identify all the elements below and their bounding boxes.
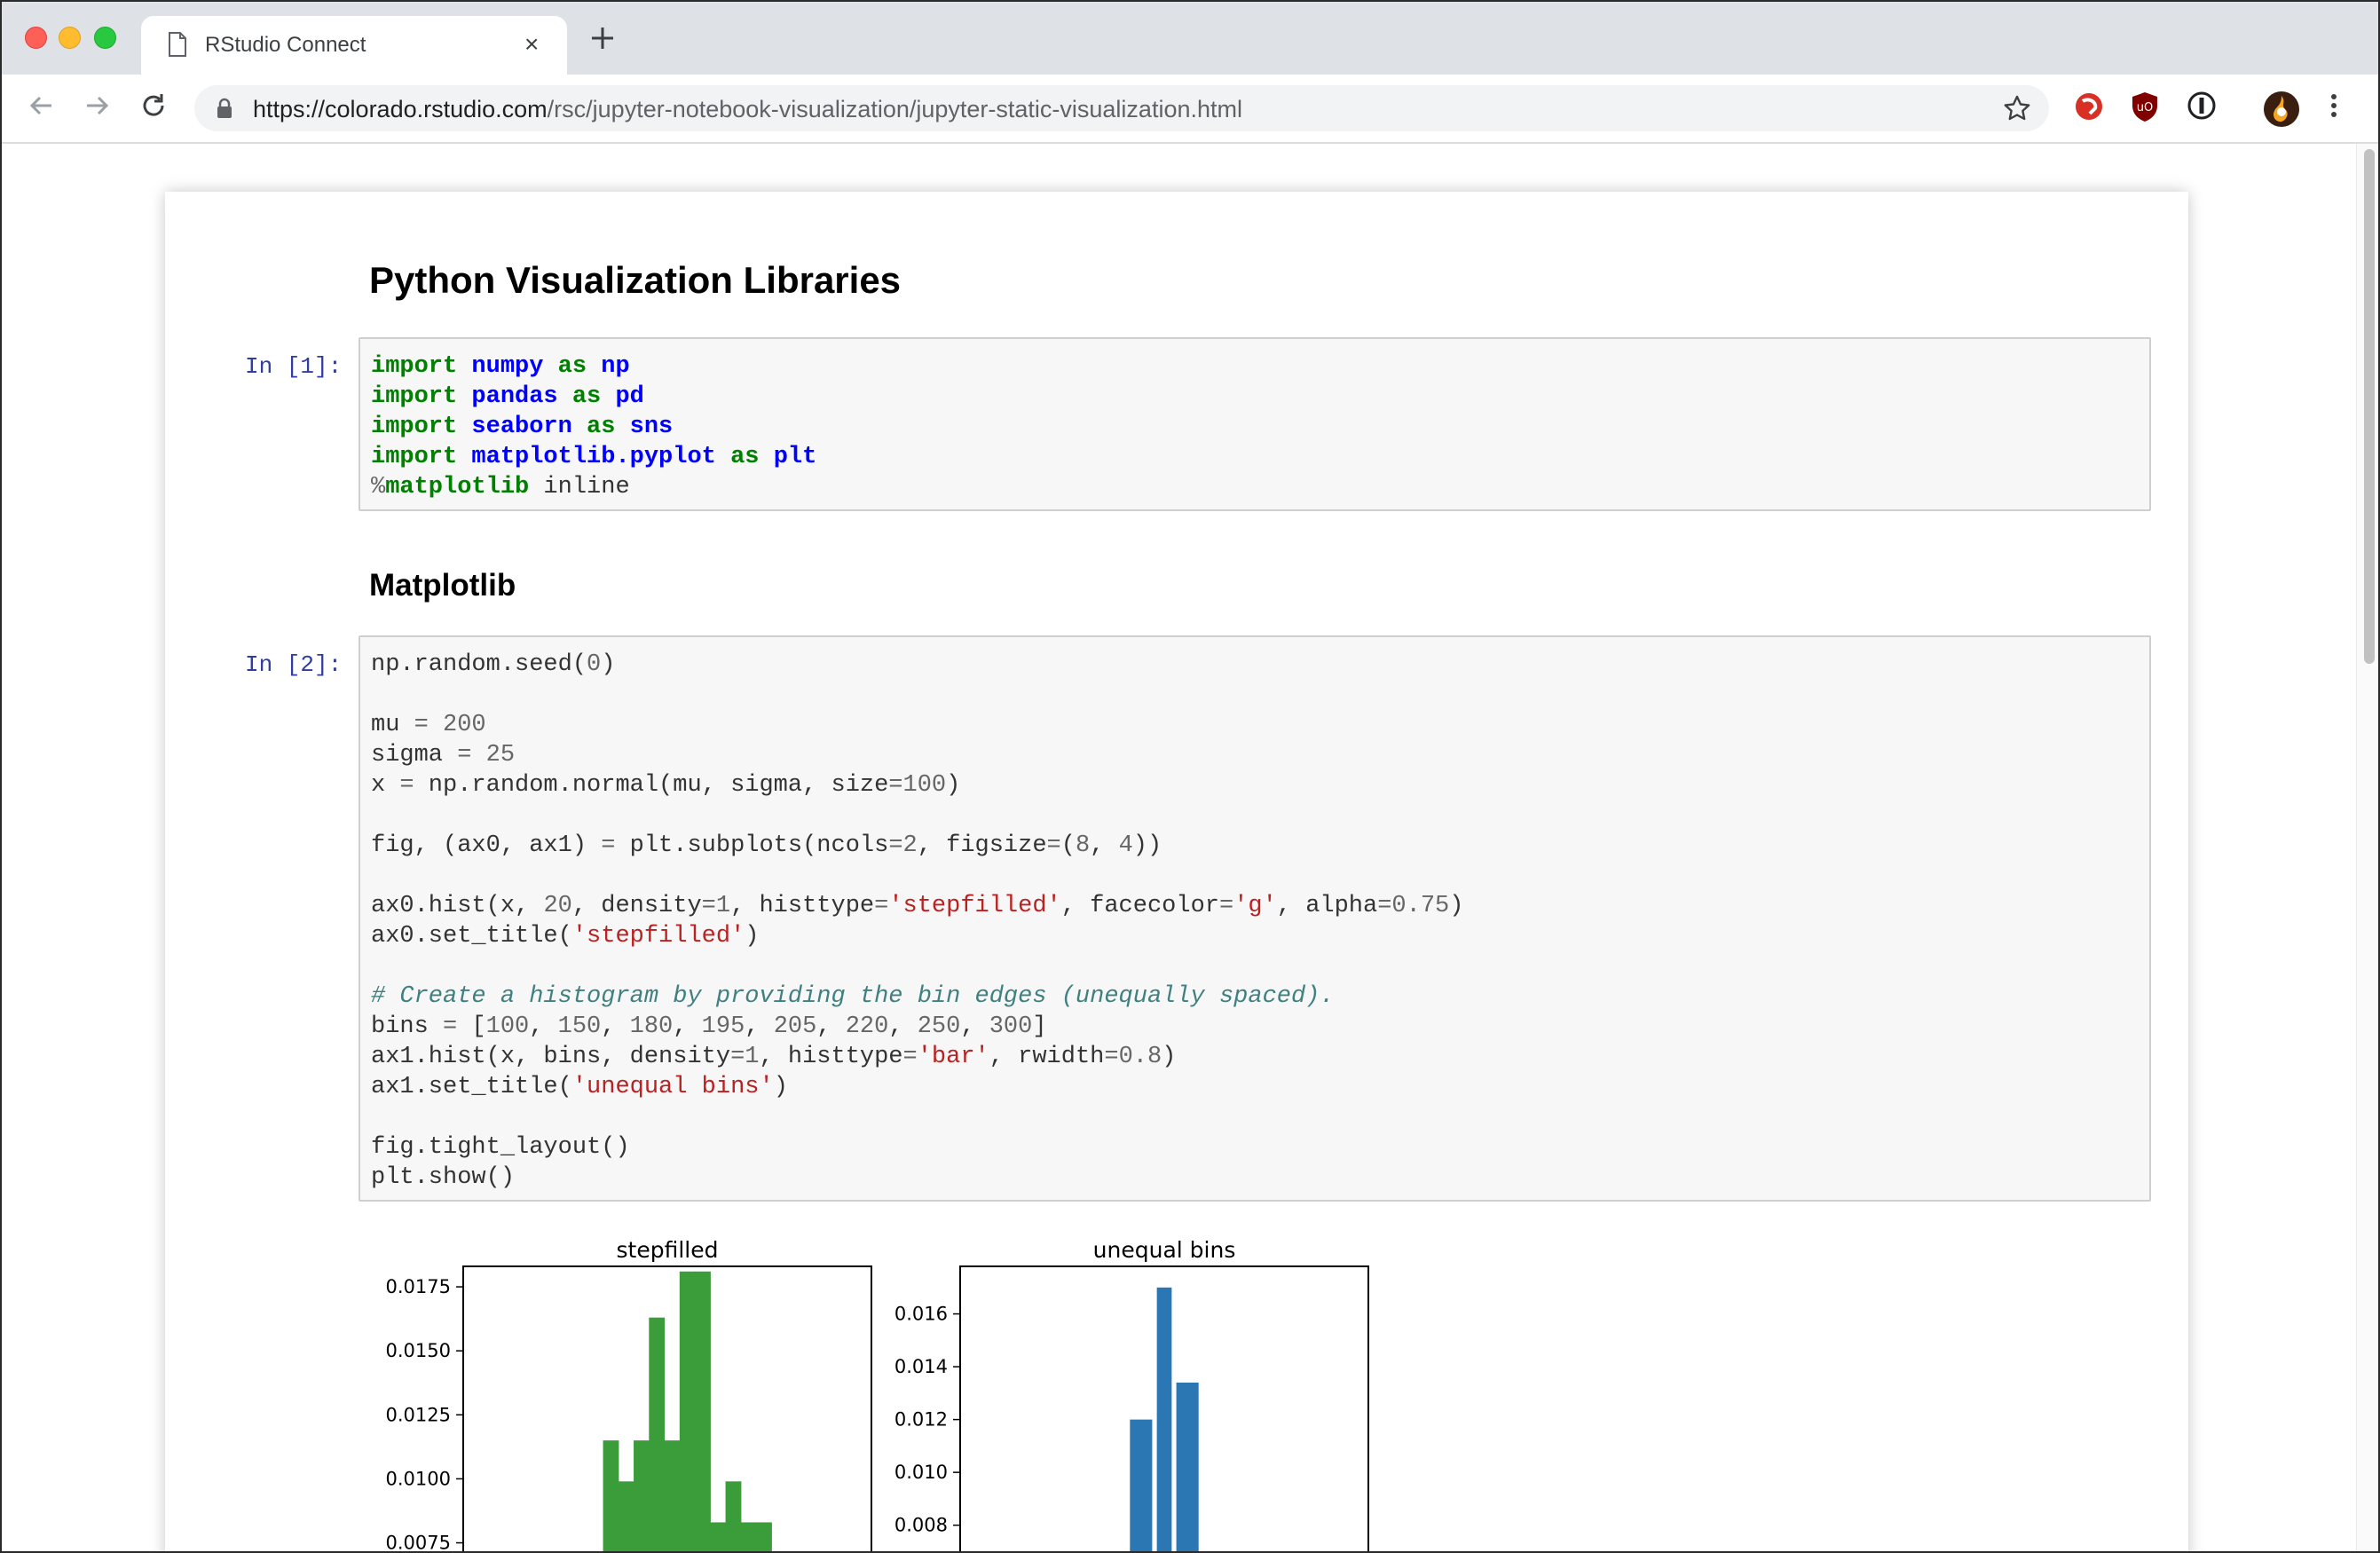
y-tick-label: 0.0175	[386, 1276, 451, 1297]
unequal-bins-histogram: unequal bins0.0060.0080.0100.0120.0140.0…	[894, 1237, 1369, 1553]
document-icon	[168, 32, 187, 61]
y-tick-label: 0.008	[894, 1515, 948, 1536]
browser-toolbar: https://colorado.rstudio.com/rsc/jupyter…	[0, 75, 2380, 144]
histogram-bar	[1130, 1419, 1153, 1553]
extension-red-icon[interactable]	[2073, 91, 2105, 127]
y-tick-label: 0.0100	[386, 1468, 451, 1489]
vertical-scrollbar[interactable]	[2356, 144, 2380, 1553]
histogram-bin	[618, 1481, 634, 1553]
tab-strip: RStudio Connect ×	[0, 0, 2380, 75]
minimize-window-button[interactable]	[59, 27, 81, 49]
reload-icon[interactable]	[138, 91, 169, 125]
ublock-shield-icon[interactable]: uO	[2130, 91, 2160, 127]
page-viewport: Python Visualization Libraries In [1]: i…	[0, 144, 2356, 1553]
plot-area	[603, 1271, 772, 1553]
notebook-title: Python Visualization Libraries	[369, 259, 902, 301]
y-tick-label: 0.016	[894, 1304, 948, 1325]
histogram-bar	[1156, 1287, 1172, 1553]
code-block: import numpy as np import pandas as pd i…	[371, 353, 817, 501]
histogram-bin	[603, 1440, 619, 1553]
histogram-bin	[725, 1481, 742, 1553]
lock-icon	[216, 98, 233, 123]
profile-avatar[interactable]	[2263, 91, 2300, 132]
chart-title: stepfilled	[617, 1237, 719, 1263]
histogram-bin	[664, 1440, 681, 1553]
url-text: https://colorado.rstudio.com/rsc/jupyter…	[253, 96, 1242, 123]
code-block: np.random.seed(0) mu = 200 sigma = 25 x …	[371, 651, 1464, 1191]
histogram-bar	[1176, 1382, 1199, 1553]
close-window-button[interactable]	[25, 27, 47, 49]
histogram-bin	[634, 1440, 650, 1553]
browser-menu-icon[interactable]	[2329, 91, 2339, 125]
cell-prompt: In [2]:	[245, 651, 343, 678]
new-tab-button[interactable]	[589, 25, 616, 56]
notebook-container: Python Visualization Libraries In [1]: i…	[165, 192, 2188, 1553]
y-tick-label: 0.0075	[386, 1533, 451, 1553]
y-tick-label: 0.010	[894, 1462, 948, 1483]
url-host: https://colorado.rstudio.com	[253, 96, 548, 122]
chart-title: unequal bins	[1093, 1237, 1236, 1263]
maximize-window-button[interactable]	[94, 27, 116, 49]
histogram-bin	[679, 1271, 696, 1553]
scrollbar-thumb[interactable]	[2364, 149, 2375, 664]
forward-arrow-icon[interactable]	[82, 91, 112, 125]
histogram-bin	[695, 1271, 711, 1553]
y-tick-label: 0.0150	[386, 1340, 451, 1361]
histogram-bin	[740, 1522, 757, 1553]
stepfilled-histogram: stepfilled 0.0075 0.0100 0.0125 0.0150 0.0175	[386, 1237, 872, 1553]
svg-text:uO: uO	[2137, 101, 2153, 114]
tab-title: RStudio Connect	[205, 33, 366, 57]
back-arrow-icon[interactable]	[27, 91, 57, 125]
password-manager-icon[interactable]	[2187, 91, 2217, 125]
histogram-bin	[649, 1317, 666, 1553]
y-tick-label: 0.012	[894, 1409, 948, 1431]
histogram-bin	[756, 1522, 772, 1553]
url-path: /rsc/jupyter-notebook-visualization/jupy…	[547, 96, 1242, 122]
bookmark-star-icon[interactable]	[2003, 94, 2031, 127]
figure-output: stepfilled 0.0075 0.0100 0.0125 0.0150 0.0175…	[366, 1226, 1430, 1553]
histogram-bin	[710, 1522, 727, 1553]
code-cell-imports[interactable]: import numpy as np import pandas as pd i…	[359, 337, 2151, 511]
code-cell-matplotlib[interactable]: np.random.seed(0) mu = 200 sigma = 25 x …	[359, 635, 2151, 1202]
close-tab-icon[interactable]: ×	[524, 30, 539, 59]
plot-area	[1076, 1287, 1252, 1553]
y-tick-label: 0.014	[894, 1356, 948, 1377]
cell-prompt: In [1]:	[245, 353, 343, 380]
section-heading-matplotlib: Matplotlib	[369, 568, 516, 603]
address-bar[interactable]: https://colorado.rstudio.com/rsc/jupyter…	[194, 85, 2049, 131]
y-tick-label: 0.0125	[386, 1404, 451, 1425]
browser-tab[interactable]: RStudio Connect ×	[141, 16, 567, 75]
